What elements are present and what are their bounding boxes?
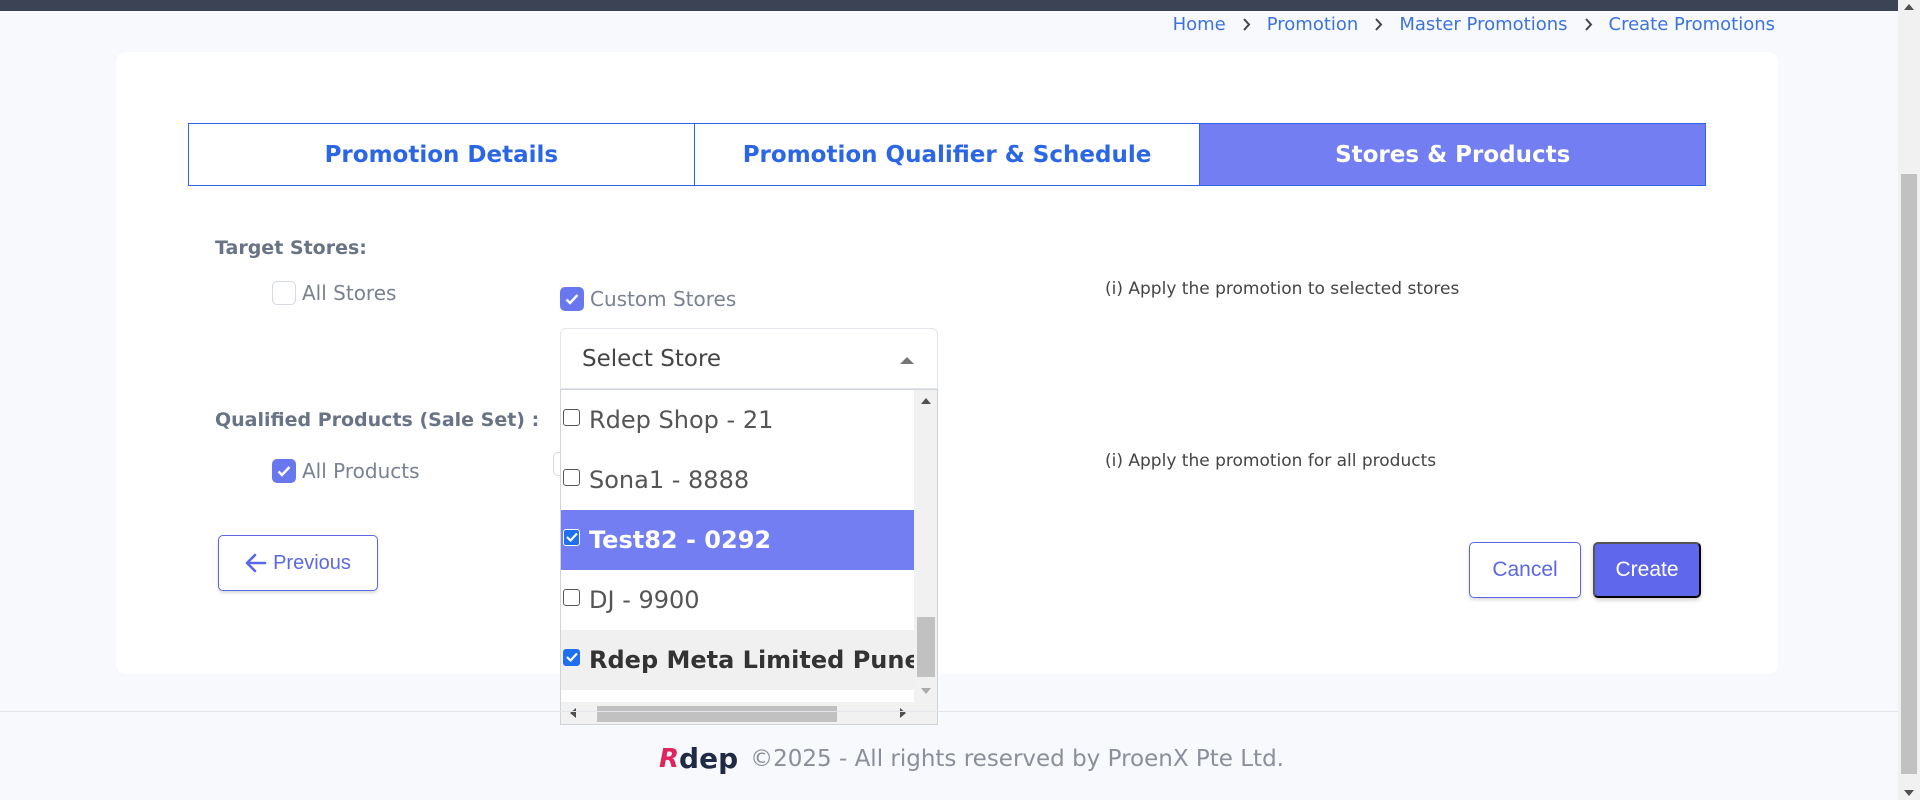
checkmark-icon	[277, 466, 291, 477]
store-option-label: Rdep Meta Limited Pune - 17	[589, 646, 914, 674]
store-option-label: DJ - 9900	[589, 586, 700, 614]
store-option-checkbox[interactable]	[563, 408, 580, 426]
top-navbar	[0, 0, 1898, 11]
dropdown-vertical-scroll-thumb[interactable]	[917, 617, 935, 677]
checkmark-icon	[565, 532, 578, 542]
page-scrollbar[interactable]	[1898, 0, 1920, 800]
footer: R dep ©2025 - All rights reserved by Pro…	[659, 742, 1284, 775]
custom-stores-label: Custom Stores	[590, 287, 737, 311]
target-stores-label: Target Stores:	[215, 237, 367, 259]
select-store-placeholder: Select Store	[582, 345, 722, 372]
store-option[interactable]: DJ - 9900	[561, 570, 914, 630]
chevron-right-icon	[1584, 18, 1593, 31]
store-option-label: Rdep Shop - 21	[589, 406, 774, 434]
store-option-checkbox[interactable]	[563, 528, 580, 546]
store-option-checkbox[interactable]	[563, 648, 580, 666]
store-option-selected[interactable]: Rdep Meta Limited Pune - 17	[561, 630, 914, 690]
store-option-highlighted[interactable]: Test82 - 0292	[561, 510, 914, 570]
all-stores-option[interactable]: All Stores	[272, 281, 396, 305]
previous-button-label: Previous	[273, 551, 351, 574]
cancel-button[interactable]: Cancel	[1469, 542, 1581, 598]
custom-stores-option[interactable]: Custom Stores	[560, 287, 736, 311]
rdep-logo-text: dep	[679, 742, 739, 775]
store-option-checkbox[interactable]	[563, 588, 580, 606]
store-option-label: Test82 - 0292	[589, 526, 772, 554]
copyright-text: ©2025 - All rights reserved by ProenX Pt…	[750, 745, 1284, 772]
tab-promotion-details[interactable]: Promotion Details	[188, 123, 695, 186]
rdep-logo: R dep	[659, 742, 738, 775]
scroll-down-arrow-icon[interactable]	[921, 688, 931, 694]
breadcrumb-home[interactable]: Home	[1173, 14, 1226, 35]
custom-stores-checkbox[interactable]	[560, 287, 584, 311]
all-products-option[interactable]: All Products	[272, 459, 420, 483]
store-option[interactable]: Sona1 - 8888	[561, 450, 914, 510]
tab-stores-products[interactable]: Stores & Products	[1200, 123, 1707, 186]
checkmark-icon	[565, 652, 578, 662]
dropdown-vertical-scrollbar[interactable]	[914, 390, 937, 702]
store-options-viewport: Rdep Shop - 21 Sona1 - 8888 Test82 - 029…	[561, 390, 914, 702]
breadcrumb-promotion[interactable]: Promotion	[1267, 14, 1359, 35]
scroll-up-arrow-icon[interactable]	[1904, 4, 1914, 10]
footer-divider	[0, 711, 1898, 712]
all-stores-checkbox[interactable]	[272, 281, 296, 305]
rdep-logo-mark: R	[659, 743, 680, 774]
store-option-label: Sona1 - 8888	[589, 466, 750, 494]
breadcrumb: Home Promotion Master Promotions Create …	[1173, 14, 1775, 35]
step-tabs: Promotion Details Promotion Qualifier & …	[188, 123, 1707, 186]
all-products-label: All Products	[302, 459, 420, 483]
scroll-up-arrow-icon[interactable]	[921, 398, 931, 404]
page-scrollbar-thumb[interactable]	[1901, 174, 1917, 774]
all-products-checkbox[interactable]	[272, 459, 296, 483]
scroll-left-arrow-icon[interactable]	[570, 708, 576, 718]
target-stores-info: (i) Apply the promotion to selected stor…	[1105, 279, 1460, 299]
store-option[interactable]: Rdep Shop - 21	[561, 390, 914, 450]
dropdown-horizontal-scroll-thumb[interactable]	[597, 706, 837, 722]
select-store-dropdown[interactable]: Select Store	[560, 328, 938, 389]
arrow-left-icon	[245, 553, 267, 573]
create-button[interactable]: Create	[1593, 542, 1701, 598]
scroll-down-arrow-icon[interactable]	[1904, 790, 1914, 796]
breadcrumb-master-promotions[interactable]: Master Promotions	[1399, 14, 1567, 35]
chevron-right-icon	[1242, 18, 1251, 31]
breadcrumb-create-promotions[interactable]: Create Promotions	[1609, 14, 1776, 35]
qualified-products-info: (i) Apply the promotion for all products	[1105, 451, 1437, 471]
store-options-list[interactable]: Rdep Shop - 21 Sona1 - 8888 Test82 - 029…	[560, 389, 938, 725]
previous-button[interactable]: Previous	[218, 535, 378, 591]
caret-up-icon[interactable]	[900, 357, 914, 364]
qualified-products-label: Qualified Products (Sale Set) :	[215, 409, 540, 431]
chevron-right-icon	[1374, 18, 1383, 31]
scroll-right-arrow-icon[interactable]	[900, 708, 906, 718]
all-stores-label: All Stores	[302, 281, 397, 305]
store-option-checkbox[interactable]	[563, 468, 580, 486]
dropdown-horizontal-scrollbar[interactable]	[561, 702, 937, 724]
tab-promotion-qualifier-schedule[interactable]: Promotion Qualifier & Schedule	[694, 123, 1201, 186]
checkmark-icon	[565, 294, 579, 305]
